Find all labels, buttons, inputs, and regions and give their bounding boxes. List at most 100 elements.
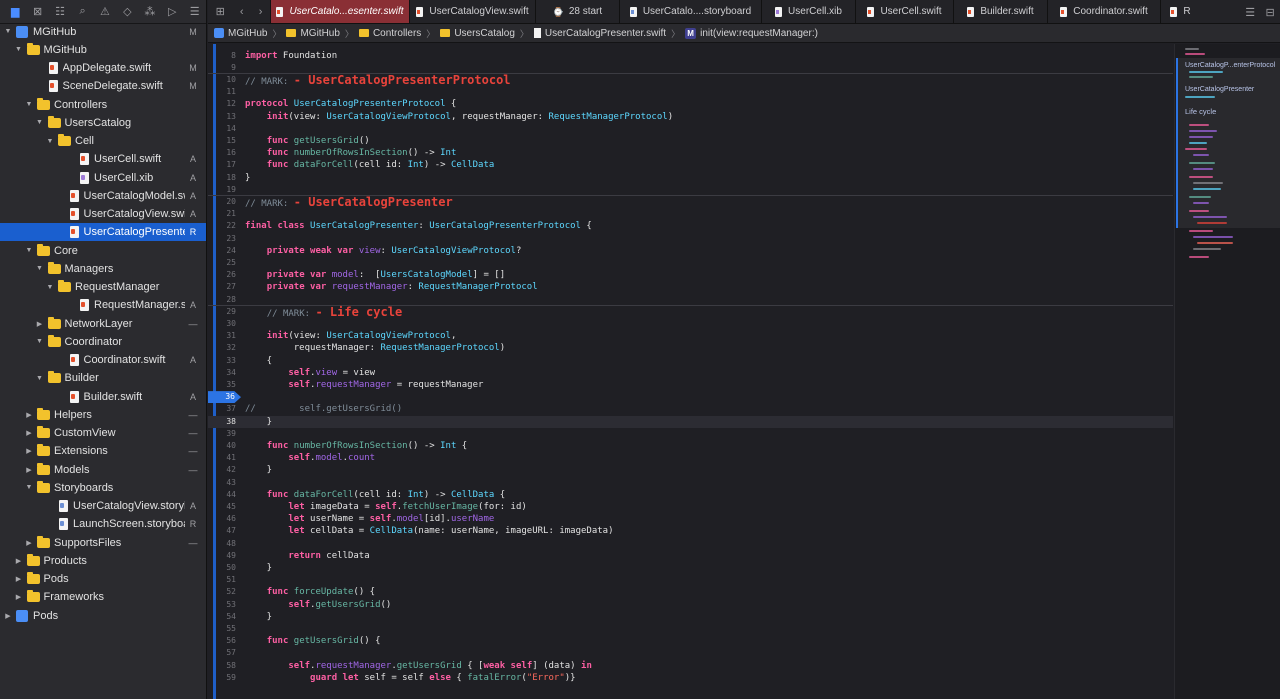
line-number[interactable]: 55 xyxy=(208,623,236,635)
editor-tab[interactable]: Builder.swift xyxy=(953,0,1047,23)
line-number[interactable]: 13 xyxy=(208,111,236,123)
minimap[interactable]: UserCatalogP...enterProtocol UserCatalogP… xyxy=(1174,44,1280,699)
line-number[interactable]: 37 xyxy=(208,403,236,415)
navigator-item[interactable]: ▶ Pods xyxy=(0,607,206,625)
code-line[interactable]: 25 xyxy=(208,257,1173,269)
code-line[interactable]: 43 xyxy=(208,477,1173,489)
disclosure-triangle-icon[interactable]: ▶ xyxy=(24,411,34,419)
project-navigator-icon[interactable]: ▆ xyxy=(4,2,26,22)
navigator-item[interactable]: UserCatalogModel.sw...A xyxy=(0,187,206,205)
code-line[interactable]: 31 init(view: UserCatalogViewProtocol, xyxy=(208,330,1173,342)
issue-navigator-icon[interactable]: ⚠ xyxy=(94,2,116,22)
line-number[interactable]: 26 xyxy=(208,269,236,281)
navigator-item[interactable]: ▶ Extensions — xyxy=(0,442,206,460)
disclosure-triangle-icon[interactable]: ▼ xyxy=(35,338,45,345)
navigator-item[interactable]: UserCatalogView.swift A xyxy=(0,205,206,223)
line-number[interactable]: 59 xyxy=(208,672,236,684)
navigator-item[interactable]: ▶ NetworkLayer — xyxy=(0,315,206,333)
code-line[interactable]: 34 self.view = view xyxy=(208,367,1173,379)
source-control-icon[interactable]: ⊠ xyxy=(26,2,48,22)
navigator-item[interactable]: ▼ RequestManager xyxy=(0,278,206,296)
code-line[interactable]: 8 import Foundation xyxy=(208,50,1173,62)
navigator-item[interactable]: ▼ Controllers xyxy=(0,96,206,114)
line-number[interactable]: 12 xyxy=(208,98,236,110)
editor-tab[interactable]: Coordinator.swift xyxy=(1047,0,1160,23)
jump-bar-item[interactable]: UsersCatalog xyxy=(440,28,515,39)
code-line[interactable]: 56 func getUsersGrid() { xyxy=(208,635,1173,647)
disclosure-triangle-icon[interactable]: ▶ xyxy=(24,539,34,547)
code-line[interactable]: 29 // MARK: - Life cycle xyxy=(208,306,1173,319)
navigator-item[interactable]: ▶ Models — xyxy=(0,461,206,479)
code-line[interactable]: 49 return cellData xyxy=(208,550,1173,562)
line-number[interactable]: 46 xyxy=(208,513,236,525)
navigator-item[interactable]: ▼ Builder xyxy=(0,369,206,387)
code-line[interactable]: 26 private var model: [UsersCatalogModel… xyxy=(208,269,1173,281)
navigator-item[interactable]: ▼ UsersCatalog xyxy=(0,114,206,132)
line-number[interactable]: 44 xyxy=(208,489,236,501)
navigator-item[interactable]: RequestManager.s... A xyxy=(0,296,206,314)
jump-bar-item[interactable]: UserCatalogPresenter.swift xyxy=(533,28,666,39)
code-line[interactable]: 51 xyxy=(208,574,1173,586)
line-number[interactable]: 49 xyxy=(208,550,236,562)
code-line[interactable]: 39 xyxy=(208,428,1173,440)
line-number[interactable]: 58 xyxy=(208,660,236,672)
code-line[interactable]: 18} xyxy=(208,172,1173,184)
line-number[interactable]: 8 xyxy=(208,50,236,62)
minimap-mark-label[interactable]: UserCatalogP...enterProtocol xyxy=(1185,62,1275,69)
line-number[interactable]: 33 xyxy=(208,355,236,367)
navigator-item[interactable]: ▼ Core xyxy=(0,242,206,260)
line-number[interactable]: 17 xyxy=(208,159,236,171)
code-line[interactable]: 47 let cellData = CellData(name: userNam… xyxy=(208,525,1173,537)
navigator-item[interactable]: ▶ CustomView — xyxy=(0,424,206,442)
line-number[interactable]: 21 xyxy=(208,208,236,220)
test-navigator-icon[interactable]: ◇ xyxy=(116,2,138,22)
line-number[interactable]: 32 xyxy=(208,342,236,354)
disclosure-triangle-icon[interactable]: ▼ xyxy=(3,28,13,35)
line-number[interactable]: 23 xyxy=(208,233,236,245)
navigator-item[interactable]: ▶ Products xyxy=(0,552,206,570)
jump-bar-item[interactable]: Minit(view:requestManager:) xyxy=(685,27,818,39)
line-number[interactable]: 48 xyxy=(208,538,236,550)
disclosure-triangle-icon[interactable]: ▶ xyxy=(14,557,24,565)
line-number[interactable]: 25 xyxy=(208,257,236,269)
navigator-item[interactable]: ▶ SupportsFiles — xyxy=(0,534,206,552)
line-number[interactable]: 40 xyxy=(208,440,236,452)
jump-bar-item[interactable]: MGitHub xyxy=(214,28,267,39)
minimap-mark-label[interactable]: Life cycle xyxy=(1185,107,1216,116)
code-line[interactable]: 45 let imageData = self.fetchUserImage(f… xyxy=(208,501,1173,513)
forward-arrow-icon[interactable]: › xyxy=(259,6,263,18)
line-number[interactable]: 20 xyxy=(208,196,236,208)
related-items-icon[interactable]: ⊞ xyxy=(216,5,225,18)
code-line[interactable]: 30 xyxy=(208,318,1173,330)
navigator-item[interactable]: UserCell.swift A xyxy=(0,150,206,168)
line-number[interactable]: 54 xyxy=(208,611,236,623)
navigator-item[interactable]: ▶ Frameworks xyxy=(0,588,206,606)
code-line[interactable]: 13 init(view: UserCatalogViewProtocol, r… xyxy=(208,111,1173,123)
navigator-item[interactable]: ▶ Helpers — xyxy=(0,406,206,424)
jump-bar-item[interactable]: MGitHub xyxy=(286,28,340,39)
line-number[interactable]: 30 xyxy=(208,318,236,330)
line-number[interactable]: 53 xyxy=(208,599,236,611)
line-number[interactable]: 38 xyxy=(208,416,236,428)
line-number[interactable]: 43 xyxy=(208,477,236,489)
code-line[interactable]: 35 self.requestManager = requestManager xyxy=(208,379,1173,391)
code-line[interactable]: 40 func numberOfRowsInSection() -> Int { xyxy=(208,440,1173,452)
line-number[interactable]: 52 xyxy=(208,586,236,598)
code-line[interactable]: 32 requestManager: RequestManagerProtoco… xyxy=(208,342,1173,354)
navigator-item[interactable]: ▼ Coordinator xyxy=(0,333,206,351)
line-number[interactable]: 22 xyxy=(208,220,236,232)
disclosure-triangle-icon[interactable]: ▼ xyxy=(24,247,34,254)
find-navigator-icon[interactable]: ⌕ xyxy=(71,2,93,22)
line-number[interactable]: 41 xyxy=(208,452,236,464)
editor-tab[interactable]: ⌚ 28 start xyxy=(535,0,619,23)
disclosure-triangle-icon[interactable]: ▶ xyxy=(24,447,34,455)
code-line[interactable]: 37 // self.getUsersGrid() xyxy=(208,403,1173,415)
line-number[interactable]: 11 xyxy=(208,86,236,98)
disclosure-triangle-icon[interactable]: ▼ xyxy=(35,265,45,272)
code-line[interactable]: 48 xyxy=(208,538,1173,550)
disclosure-triangle-icon[interactable]: ▶ xyxy=(24,466,34,474)
code-line[interactable]: 58 self.requestManager.getUsersGrid { [w… xyxy=(208,660,1173,672)
disclosure-triangle-icon[interactable]: ▶ xyxy=(14,593,24,601)
editor-tab[interactable]: UserCatalo....storyboard xyxy=(619,0,761,23)
code-line[interactable]: 46 let userName = self.model[id].userNam… xyxy=(208,513,1173,525)
